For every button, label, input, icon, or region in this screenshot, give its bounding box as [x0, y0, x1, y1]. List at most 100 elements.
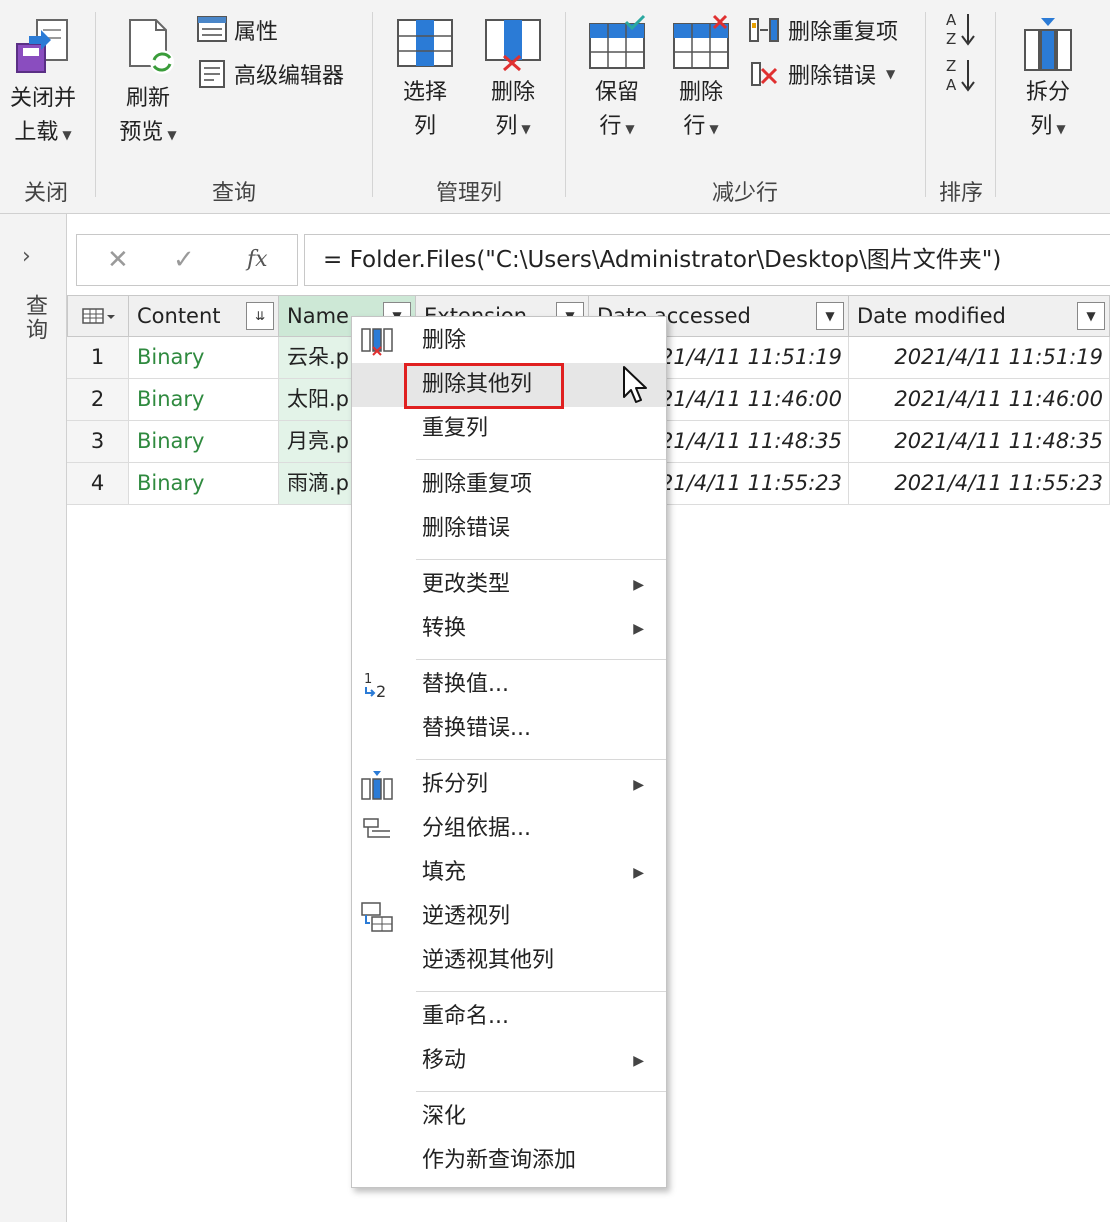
formula-bar-buttons: ✕ ✓ fx: [76, 234, 298, 286]
row-number: 1: [67, 337, 129, 379]
menu-item-add-as-new-query[interactable]: 作为新查询添加: [352, 1139, 666, 1183]
ribbon-divider: [372, 12, 373, 197]
group-by-icon: [363, 818, 390, 838]
refresh-label-2: 预览: [119, 120, 164, 145]
menu-item-remove-errors[interactable]: 删除错误: [352, 507, 666, 551]
remove-columns-label-1: 删除: [490, 80, 535, 105]
properties-icon: [197, 16, 227, 42]
cancel-icon[interactable]: ✕: [107, 245, 129, 275]
menu-item-duplicate-column[interactable]: 重复列: [352, 407, 666, 451]
remove-duplicates-label: 删除重复项: [788, 20, 899, 45]
menu-item-label: 作为新查询添加: [422, 1148, 577, 1173]
menu-item-unpivot-columns[interactable]: 逆透视列: [352, 895, 666, 939]
group-label-reduce-rows: 减少行: [711, 181, 778, 206]
ribbon-divider: [995, 12, 996, 197]
chevron-down-icon: ▼: [625, 122, 635, 136]
ribbon-group-query: 刷新 预览 ▼ 属性 高级编辑器 查询: [98, 0, 370, 213]
row-number: 3: [67, 421, 129, 463]
filter-dropdown-icon[interactable]: ▼: [816, 302, 844, 330]
chevron-down-icon: ▼: [1056, 122, 1066, 136]
menu-item-label: 重复列: [422, 416, 489, 441]
menu-item-change-type[interactable]: 更改类型 ▶: [352, 563, 666, 607]
ribbon-group-close: 关闭并 上载 ▼ 关闭: [0, 0, 92, 213]
remove-errors-label: 删除错误: [788, 64, 877, 89]
keep-rows-icon: [589, 14, 646, 69]
filter-dropdown-icon[interactable]: ▼: [1077, 302, 1105, 330]
choose-columns-button[interactable]: 选择 列: [389, 14, 461, 144]
remove-rows-label-2: 行: [683, 114, 706, 139]
keep-rows-button[interactable]: 保留 行 ▼: [582, 14, 652, 146]
svg-text:A: A: [946, 76, 957, 94]
menu-item-fill[interactable]: 填充 ▶: [352, 851, 666, 895]
ribbon-group-transform: 拆分 列 ▼: [998, 0, 1110, 213]
check-icon[interactable]: ✓: [173, 245, 195, 275]
advanced-editor-button[interactable]: 高级编辑器: [196, 58, 344, 90]
menu-separator: [416, 1091, 666, 1092]
chevron-down-icon: ▼: [886, 67, 896, 81]
column-header-content[interactable]: Content ⇊: [128, 295, 279, 337]
unpivot-icon: [361, 902, 393, 932]
menu-item-move[interactable]: 移动 ▶: [352, 1039, 666, 1083]
menu-item-label: 逆透视列: [422, 904, 511, 929]
menu-item-group-by[interactable]: 分组依据...: [352, 807, 666, 851]
group-label-sort: 排序: [938, 181, 983, 206]
close-and-load-button[interactable]: 关闭并 上载 ▼: [2, 14, 84, 152]
chevron-down-icon: ▼: [521, 122, 531, 136]
menu-item-remove-duplicates[interactable]: 删除重复项: [352, 463, 666, 507]
menu-separator: [416, 759, 666, 760]
highlight-box: [404, 363, 564, 409]
mouse-cursor-icon: [623, 366, 647, 403]
date-modified-cell[interactable]: 2021/4/11 11:46:00: [849, 379, 1110, 421]
content-cell[interactable]: Binary: [129, 421, 279, 463]
menu-item-drill-down[interactable]: 深化: [352, 1095, 666, 1139]
date-modified-cell[interactable]: 2021/4/11 11:51:19: [849, 337, 1110, 379]
remove-duplicates-button[interactable]: 删除重复项: [748, 14, 898, 46]
split-column-button[interactable]: 拆分 列 ▼: [1010, 14, 1086, 146]
sort-ascending-button[interactable]: A Z: [944, 10, 978, 48]
content-cell[interactable]: Binary: [129, 463, 279, 505]
menu-item-unpivot-other-columns[interactable]: 逆透视其他列: [352, 939, 666, 983]
svg-text:A: A: [946, 11, 957, 29]
remove-columns-label-2: 列: [495, 114, 518, 139]
fx-icon[interactable]: fx: [247, 247, 268, 272]
split-column-label-1: 拆分: [1025, 80, 1070, 105]
menu-item-label: 逆透视其他列: [422, 948, 555, 973]
chevron-right-icon[interactable]: ›: [22, 244, 31, 269]
menu-item-split-column[interactable]: 拆分列 ▶: [352, 763, 666, 807]
expand-binary-icon[interactable]: ⇊: [246, 302, 274, 330]
column-header-label: Name: [287, 304, 349, 328]
date-modified-cell[interactable]: 2021/4/11 11:48:35: [849, 421, 1110, 463]
remove-columns-button[interactable]: 删除 列 ▼: [473, 14, 553, 146]
table-menu-button[interactable]: [67, 295, 129, 337]
submenu-arrow-icon: ▶: [633, 777, 644, 793]
chevron-down-icon: ▼: [167, 128, 177, 142]
ribbon-group-reduce-rows: 保留 行 ▼ 删除 行 ▼ 删除重复项 删除错误 ▼ 减少行: [568, 0, 922, 213]
column-header-date-modified[interactable]: Date modified ▼: [848, 295, 1110, 337]
menu-item-label: 更改类型: [422, 572, 511, 597]
formula-input[interactable]: = Folder.Files("C:\Users\Administrator\D…: [304, 234, 1110, 286]
remove-rows-button[interactable]: 删除 行 ▼: [666, 14, 736, 146]
refresh-preview-button[interactable]: 刷新 预览 ▼: [108, 14, 188, 152]
ribbon-divider: [95, 12, 96, 197]
menu-item-label: 替换值...: [422, 672, 509, 697]
menu-item-remove[interactable]: 删除: [352, 319, 666, 363]
row-number: 4: [67, 463, 129, 505]
remove-rows-label-1: 删除: [678, 80, 723, 105]
svg-text:2: 2: [376, 682, 386, 701]
menu-item-replace-values[interactable]: 1 2 替换值...: [352, 663, 666, 707]
menu-item-replace-errors[interactable]: 替换错误...: [352, 707, 666, 751]
content-cell[interactable]: Binary: [129, 337, 279, 379]
sort-descending-icon: Z A: [946, 57, 975, 94]
menu-separator: [416, 559, 666, 560]
date-modified-cell[interactable]: 2021/4/11 11:55:23: [849, 463, 1110, 505]
menu-item-rename[interactable]: 重命名...: [352, 995, 666, 1039]
menu-item-label: 移动: [422, 1048, 467, 1073]
remove-errors-button[interactable]: 删除错误 ▼: [748, 58, 895, 90]
column-context-menu: 删除 删除其他列 重复列 删除重复项 删除错误 更改类型 ▶ 转换 ▶ 1 2 …: [351, 316, 667, 1188]
remove-errors-icon: [751, 62, 778, 86]
properties-button[interactable]: 属性: [196, 14, 278, 46]
sort-descending-button[interactable]: Z A: [944, 56, 978, 94]
menu-item-transform[interactable]: 转换 ▶: [352, 607, 666, 651]
content-cell[interactable]: Binary: [129, 379, 279, 421]
remove-columns-icon: [485, 19, 541, 72]
